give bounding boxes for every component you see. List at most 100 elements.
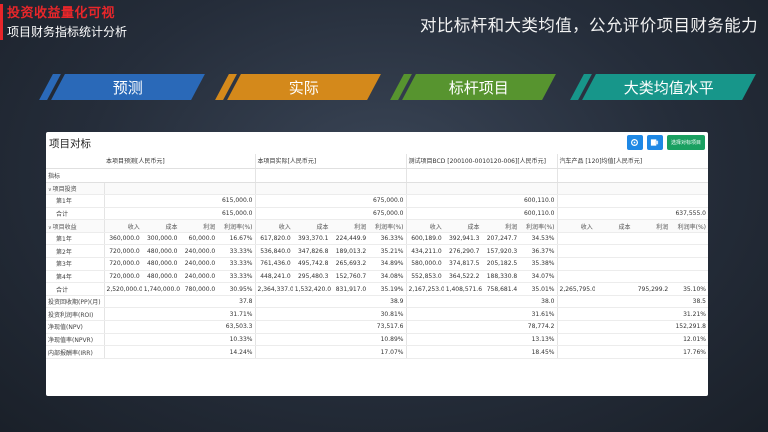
- row-label: 第4年: [46, 270, 104, 284]
- row-label-text: 合计: [56, 210, 69, 218]
- table-cell: 10.33%: [217, 333, 255, 347]
- export-button[interactable]: [646, 135, 663, 150]
- table-row: 第3年 720,000.0 480,000.0 240,000.0 33.33% 761,…: [46, 257, 708, 271]
- brand-subtitle: 项目财务指标统计分析: [7, 25, 128, 39]
- table-cell: 295,480.3: [292, 270, 331, 284]
- table-cell: [481, 320, 520, 334]
- row-label: 内部报酬率(IRR): [46, 345, 104, 359]
- table-cell: [292, 320, 331, 334]
- table-cell: 617,820.0: [254, 232, 293, 246]
- table-cell: [405, 207, 444, 221]
- table-cell: 265,693.2: [330, 257, 369, 271]
- table-cell: 637,555.0: [670, 207, 708, 221]
- table-row: 第1年 615,000.0 675,000.0 600,110.0: [46, 194, 708, 208]
- table-cell: [330, 345, 369, 359]
- table-cell: 收入: [556, 219, 595, 233]
- table-cell: [141, 207, 180, 221]
- table-cell: 37.8: [217, 295, 255, 309]
- panel-toolbar: 选择对标项目: [626, 135, 705, 150]
- table-row: 投资回收期(PP)(月) 37.8 38.9 38.0 38.5: [46, 295, 708, 309]
- table-cell: [556, 307, 595, 322]
- table-cell: [103, 194, 142, 208]
- tab-category-average[interactable]: 大类均值水平: [570, 74, 756, 100]
- row-label[interactable]: ∨项目投资: [46, 182, 104, 196]
- brand-title: 投资收益量化可视: [7, 6, 116, 21]
- table-cell: 34.89%: [368, 257, 406, 271]
- table-cell: [519, 182, 557, 196]
- table-cell: [103, 182, 142, 196]
- table-cell: [179, 207, 218, 221]
- tab-benchmark[interactable]: 标杆项目: [390, 74, 556, 100]
- table-cell: 利润率(%): [368, 219, 406, 233]
- table-cell: 600,110.0: [519, 194, 557, 208]
- table-cell: 157,920.3: [481, 244, 520, 259]
- table-cell: 347,826.8: [292, 244, 331, 259]
- page-headline: 对比标杆和大类均值，公允评价项目财务能力: [420, 16, 758, 35]
- table-cell: 276,290.7: [443, 244, 482, 259]
- table-cell: 利润: [179, 219, 218, 233]
- table-cell: 795,299.2: [632, 282, 671, 296]
- table-cell: [179, 194, 218, 208]
- table-cell: [292, 333, 331, 347]
- table-cell: 780,000.0: [179, 282, 218, 296]
- table-cell: 成本: [292, 219, 331, 233]
- table-cell: [443, 333, 482, 347]
- table-cell: [292, 295, 331, 309]
- group-header-benchmark: 测试项目BCD [200100-0010120-006][人民币元]: [405, 154, 557, 169]
- table-cell: [254, 333, 293, 347]
- table-cell: [141, 295, 180, 309]
- tab-actual[interactable]: 实际: [215, 74, 381, 100]
- table-cell: [556, 295, 595, 309]
- col-header-indicator: [46, 154, 104, 169]
- table-cell: [179, 345, 218, 359]
- table-cell: [217, 182, 255, 196]
- row-label[interactable]: ∨项目收益: [46, 219, 104, 233]
- table-cell: 38.5: [670, 295, 708, 309]
- table-cell: 224,449.9: [330, 232, 369, 246]
- settings-button[interactable]: [626, 135, 643, 150]
- chevron-down-icon: ∨: [48, 224, 52, 231]
- table-cell: 33.33%: [217, 244, 255, 259]
- table-cell: 600,189.0: [405, 232, 444, 246]
- tab-category-average-label: 大类均值水平: [623, 78, 714, 97]
- table-cell: [481, 295, 520, 309]
- table-cell: 152,760.7: [330, 270, 369, 284]
- table-cell: [481, 345, 520, 359]
- table-cell: 189,013.2: [330, 244, 369, 259]
- row-label-text: 净现值(NPV): [48, 324, 83, 332]
- row-label: 第1年: [46, 232, 104, 246]
- table-cell: [632, 295, 671, 309]
- table-cell: [330, 207, 369, 221]
- row-label: 投资回收期(PP)(月): [46, 295, 104, 309]
- table-cell: [670, 244, 708, 259]
- group-header-actual: 本项目实际[人民币元]: [254, 154, 406, 169]
- table-cell: 448,241.0: [254, 270, 293, 284]
- table-row: 净现值(NPV) 63,503.3 73,517.6 78,774.2 152,291.…: [46, 320, 708, 334]
- table-cell: [179, 182, 218, 196]
- table-cell: 36.37%: [519, 244, 557, 259]
- table-cell: [254, 182, 293, 196]
- table-cell: [179, 333, 218, 347]
- table-cell: [481, 207, 520, 221]
- table-cell: [481, 182, 520, 196]
- table-cell: 34.53%: [519, 232, 557, 246]
- tab-benchmark-label: 标杆项目: [448, 78, 509, 97]
- table-cell: 207,247.7: [481, 232, 520, 246]
- table-cell: 35.21%: [368, 244, 406, 259]
- table-cell: 63,503.3: [217, 320, 255, 334]
- table-cell: 16.67%: [217, 232, 255, 246]
- category-tabs: 预测 实际 标杆项目 大类均值水平: [39, 74, 764, 100]
- table-cell: [632, 244, 671, 259]
- table-cell: [405, 333, 444, 347]
- row-label-text: 第3年: [56, 261, 72, 269]
- tab-forecast[interactable]: 预测: [39, 74, 205, 100]
- table-cell: [443, 307, 482, 322]
- table-cell: 1,740,000.0: [141, 282, 180, 296]
- row-label: 第3年: [46, 257, 104, 271]
- table-cell: 35.19%: [368, 282, 406, 296]
- table-cell: 675,000.0: [368, 194, 406, 208]
- table-cell: 434,211.0: [405, 244, 444, 259]
- table-cell: 14.24%: [217, 345, 255, 359]
- select-benchmark-button[interactable]: 选择对标项目: [666, 135, 705, 150]
- table-cell: 利润率(%): [217, 219, 255, 233]
